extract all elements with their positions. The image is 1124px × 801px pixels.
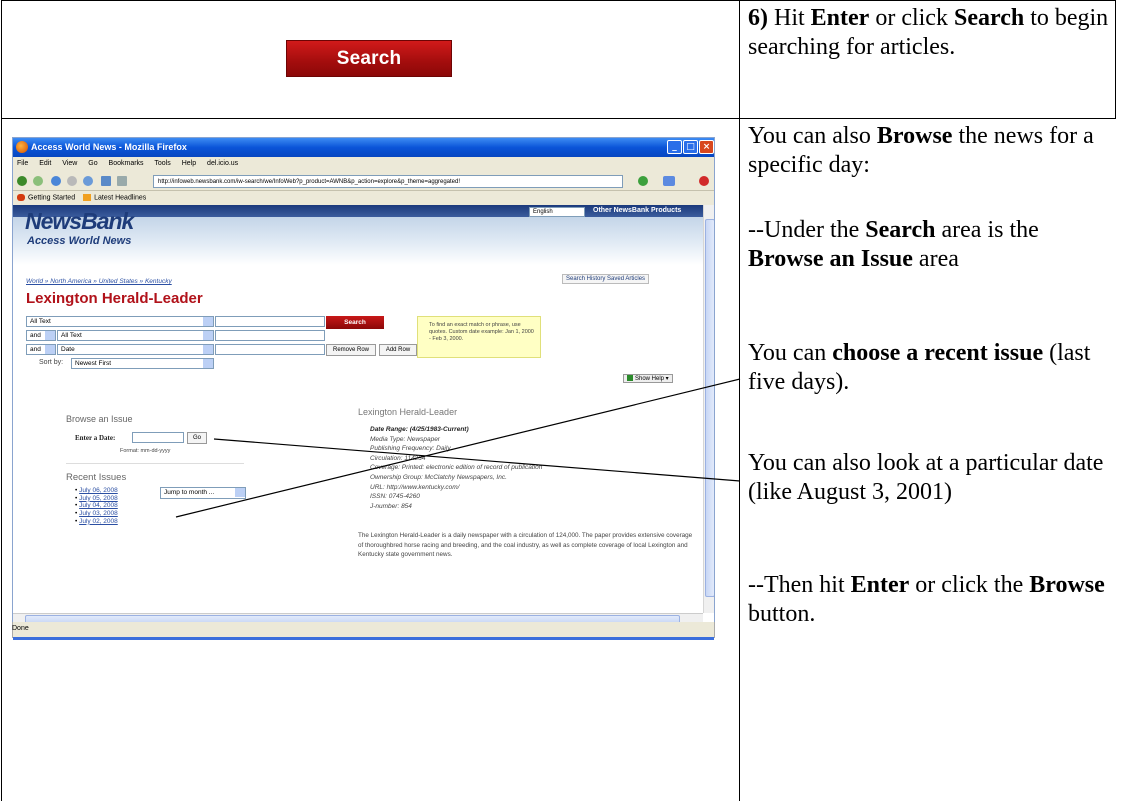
instruction-document: Search 6) Hit Enter or click Search to b…: [0, 0, 1124, 801]
callout-line-date: [213, 438, 741, 482]
callout-line-recent: [175, 378, 741, 518]
callout-lines: [175, 378, 741, 518]
